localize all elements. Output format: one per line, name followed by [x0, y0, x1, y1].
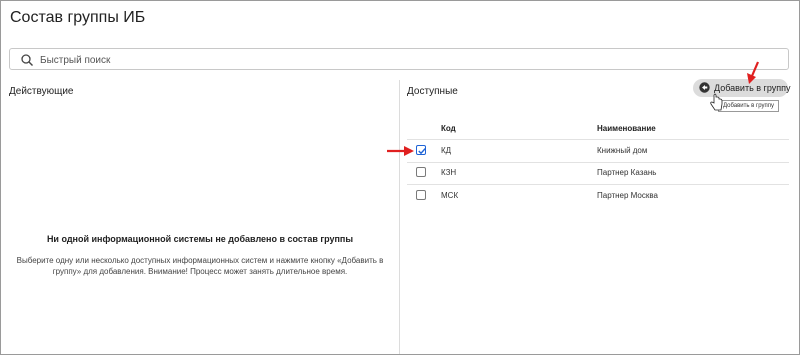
- empty-state-description: Выберите одну или несколько доступных ин…: [16, 256, 384, 276]
- search-input[interactable]: [38, 51, 742, 69]
- checkmark-icon: [418, 148, 426, 155]
- panel-divider: [399, 80, 400, 354]
- column-header-code[interactable]: Код: [441, 124, 456, 133]
- search-icon: [21, 54, 33, 66]
- row-code: МСК: [441, 191, 459, 200]
- row-code: КД: [441, 146, 452, 155]
- row-name: Партнер Казань: [597, 168, 657, 177]
- active-panel-title: Действующие: [9, 86, 74, 97]
- row-checkbox[interactable]: [416, 167, 426, 177]
- arrow-left-circle-icon: [699, 82, 710, 93]
- row-code: КЗН: [441, 168, 457, 177]
- row-checkbox[interactable]: [416, 145, 426, 155]
- table-row[interactable]: КЗН Партнер Казань: [407, 162, 789, 184]
- add-to-group-label: Добавить в группу: [714, 83, 791, 93]
- empty-state-title: Ни одной информационной системы не добав…: [46, 234, 354, 244]
- column-header-name[interactable]: Наименование: [597, 124, 656, 133]
- dialog-frame: Состав группы ИБ Действующие Ни одной ин…: [0, 0, 800, 355]
- row-name: Книжный дом: [597, 146, 648, 155]
- add-to-group-button[interactable]: Добавить в группу: [693, 79, 791, 97]
- page-title: Состав группы ИБ: [10, 9, 146, 26]
- table-row[interactable]: МСК Партнер Москва: [407, 185, 789, 207]
- row-name: Партнер Москва: [597, 191, 658, 200]
- table-row[interactable]: КД Книжный дом: [407, 140, 789, 162]
- available-panel-title: Доступные: [407, 86, 458, 97]
- add-to-group-tooltip: Добавить в группу: [718, 100, 779, 112]
- search-box[interactable]: [9, 48, 789, 70]
- row-checkbox[interactable]: [416, 190, 426, 200]
